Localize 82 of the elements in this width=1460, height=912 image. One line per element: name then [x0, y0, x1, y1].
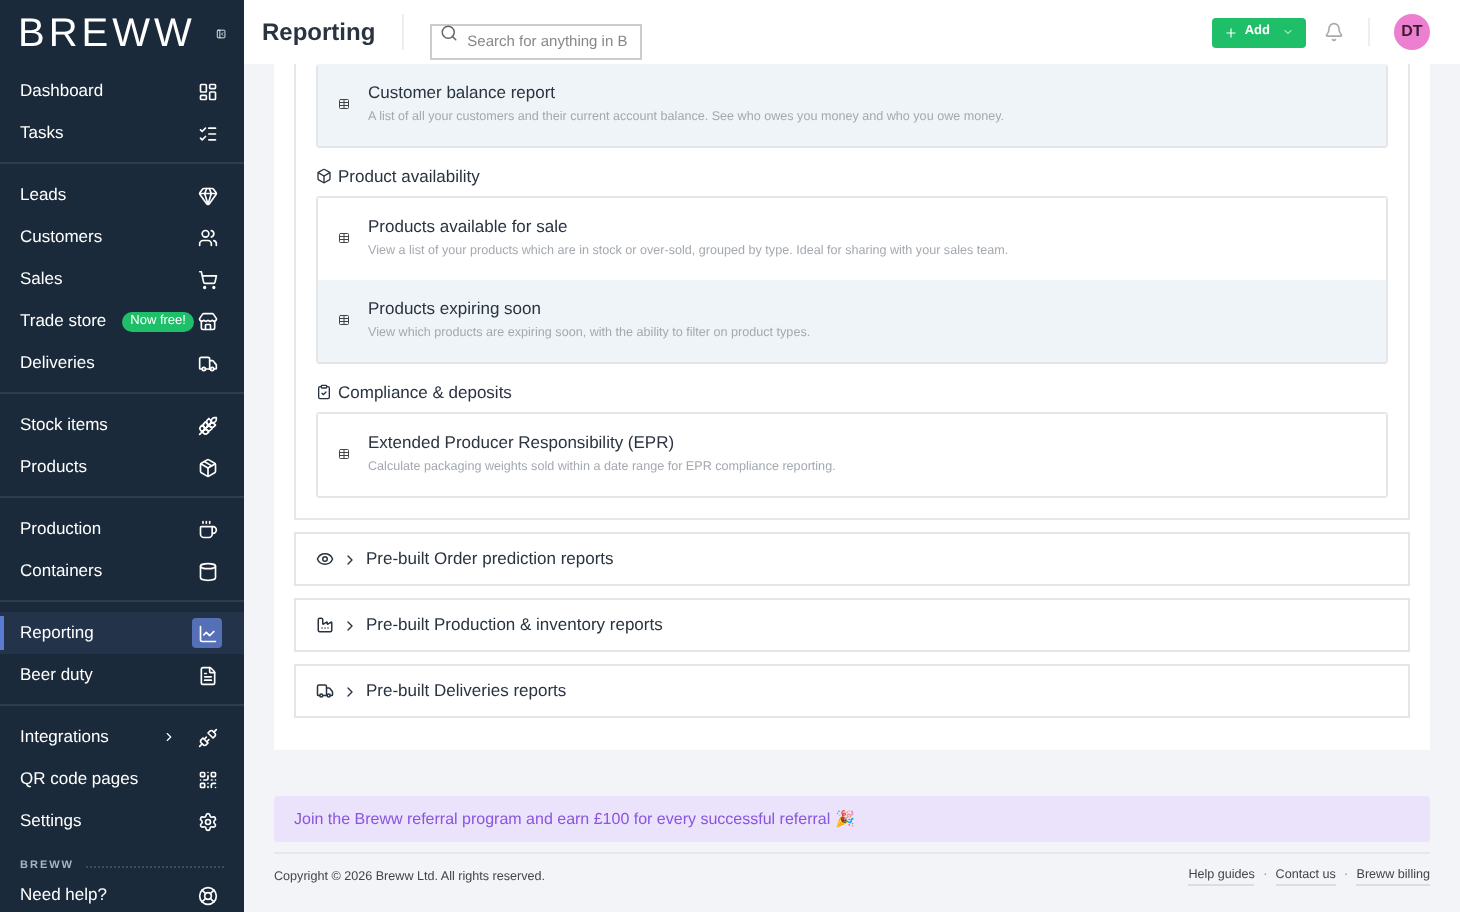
- lifebuoy-icon: [198, 885, 218, 906]
- caret-icon: [1282, 26, 1294, 38]
- cart-icon: [197, 269, 217, 289]
- truck-icon: [316, 682, 334, 700]
- gem-icon: [197, 185, 217, 205]
- sidebar-item[interactable]: Settings: [0, 800, 244, 842]
- plus-icon: [1224, 25, 1239, 39]
- sidebar-label: Trade store: [20, 308, 107, 334]
- report-title: Extended Producer Responsibility (EPR): [368, 430, 677, 456]
- wheat-icon: [197, 415, 217, 435]
- cube-icon: [316, 168, 332, 184]
- sidebar-item[interactable]: Deliveries: [0, 342, 244, 384]
- gauge-icon: [197, 81, 217, 101]
- section-title: Compliance & deposits: [338, 379, 512, 405]
- sidebar-item[interactable]: Containers: [0, 550, 244, 592]
- sidebar-item[interactable]: Customers: [0, 216, 244, 258]
- accordion-header[interactable]: Pre-built Deliveries reports: [294, 664, 1410, 718]
- collapse-icon[interactable]: [215, 26, 226, 42]
- qr-code-icon: [197, 769, 217, 789]
- factory-icon: [316, 616, 334, 634]
- sidebar-label: Containers: [20, 558, 103, 584]
- report-title: Products available for sale: [368, 214, 570, 240]
- clipboard-icon: [316, 384, 332, 400]
- user-avatar[interactable]: DT: [1394, 14, 1430, 50]
- package-icon: [197, 457, 217, 477]
- sidebar-item[interactable]: Leads: [0, 174, 244, 216]
- page-title: Reporting: [262, 14, 404, 50]
- plug-icon: [197, 727, 217, 747]
- sidebar-label: Stock items: [20, 412, 108, 438]
- referral-banner[interactable]: Join the Breww referral program and earn £100 for every successful referral 🎉: [274, 796, 1430, 842]
- table-icon: [338, 314, 350, 326]
- logo: BREWW: [18, 14, 196, 54]
- table-icon: [338, 98, 350, 110]
- sidebar-label: Reporting: [20, 620, 94, 646]
- accordion-header[interactable]: Pre-built Order prediction reports: [294, 532, 1410, 586]
- accordion-label: Pre-built Order prediction reports: [366, 546, 614, 572]
- list-icon: [197, 123, 217, 143]
- chevron-right-icon: [342, 617, 358, 633]
- search-icon: [439, 23, 458, 41]
- table-icon: [338, 448, 350, 460]
- report-title: Customer balance report: [368, 80, 558, 106]
- sidebar-label: Sales: [20, 266, 63, 292]
- sidebar-label: Products: [20, 454, 88, 480]
- eye-icon: [316, 550, 334, 568]
- sidebar-label: Leads: [20, 182, 67, 208]
- chart-icon: [197, 623, 217, 643]
- sidebar-item[interactable]: Tasks: [0, 112, 244, 154]
- accordion-label: Pre-built Production & inventory reports: [366, 612, 663, 638]
- mug-icon: [197, 519, 217, 539]
- chevron-right-icon: [342, 551, 358, 567]
- settings-icon: [197, 811, 217, 831]
- accordion-header[interactable]: Pre-built Production & inventory reports: [294, 598, 1410, 652]
- store-icon: [197, 311, 218, 331]
- sidebar-item[interactable]: Need help?: [0, 878, 244, 912]
- sidebar-label: QR code pages: [20, 766, 139, 792]
- sidebar-label: Deliveries: [20, 350, 95, 376]
- sidebar-label: Dashboard: [20, 78, 104, 104]
- truck-icon: [197, 353, 217, 373]
- sidebar-item[interactable]: Integrations: [0, 716, 244, 758]
- sidebar-item[interactable]: Beer duty: [0, 654, 244, 696]
- sidebar-label: Settings: [20, 808, 82, 834]
- sidebar-item[interactable]: Reporting: [0, 612, 244, 654]
- report-title: Products expiring soon: [368, 296, 543, 322]
- sidebar-label: Integrations: [20, 724, 109, 750]
- sidebar-label: Beer duty: [20, 662, 93, 688]
- people-icon: [197, 227, 217, 247]
- cylinder-icon: [197, 561, 217, 581]
- sidebar-item[interactable]: Products: [0, 446, 244, 488]
- sidebar-label: Customers: [20, 224, 103, 250]
- table-icon: [338, 232, 350, 244]
- sidebar-label: Need help?: [20, 882, 107, 908]
- sidebar-item[interactable]: QR code pages: [0, 758, 244, 800]
- sidebar-item[interactable]: Sales: [0, 258, 244, 300]
- accordion-label: Pre-built Deliveries reports: [366, 678, 567, 704]
- sidebar-item[interactable]: Dashboard: [0, 70, 244, 112]
- sidebar-item[interactable]: Production: [0, 508, 244, 550]
- sidebar-label: Tasks: [20, 120, 64, 146]
- sidebar-label: Production: [20, 516, 102, 542]
- document-icon: [197, 665, 217, 685]
- chevron-right-icon: [342, 683, 358, 699]
- section-title: Product availability: [338, 163, 480, 189]
- sidebar-item[interactable]: Stock items: [0, 404, 244, 446]
